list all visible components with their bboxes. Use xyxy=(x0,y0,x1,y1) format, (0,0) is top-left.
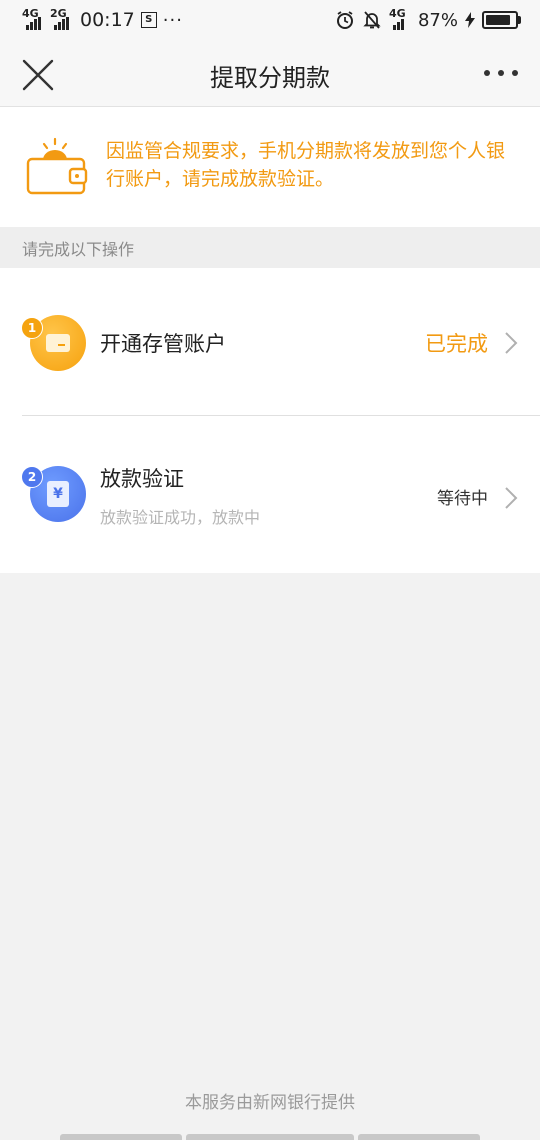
charging-bolt-icon xyxy=(465,12,475,28)
notice-text: 因监管合规要求，手机分期款将发放到您个人银行账户，请完成放款验证。 xyxy=(106,140,506,190)
s-app-icon: S xyxy=(140,12,157,28)
signal-4g-icon-right: 4G xyxy=(389,8,411,31)
battery-icon xyxy=(482,11,521,29)
step-number-badge: 1 xyxy=(21,317,43,339)
step-open-custody-account[interactable]: 1 开通存管账户 已完成 xyxy=(0,268,540,415)
chevron-right-icon xyxy=(505,332,518,354)
signal-2g-icon: 2G xyxy=(50,8,72,31)
step-number-badge: 2 xyxy=(21,466,43,488)
steps-list: 1 开通存管账户 已完成 ¥ 2 放款验证 放款验证成功，放款中 等待中 xyxy=(0,268,540,573)
mute-bell-icon xyxy=(363,11,381,29)
battery-percent: 87% xyxy=(417,9,458,31)
page-title: 提取分期款 xyxy=(210,64,330,92)
step-status: 等待中 xyxy=(437,489,488,509)
home-indicator-segment xyxy=(186,1134,354,1140)
step-title: 开通存管账户 xyxy=(100,332,226,356)
step-title: 放款验证 xyxy=(100,467,184,491)
footer-provider-text: 本服务由新网银行提供 xyxy=(185,1093,355,1113)
nav-bar: 提取分期款 xyxy=(0,42,540,107)
step-loan-verification[interactable]: ¥ 2 放款验证 放款验证成功，放款中 等待中 xyxy=(0,416,540,573)
status-time: 00:17 xyxy=(80,9,135,31)
alarm-icon xyxy=(336,11,353,29)
chevron-right-icon xyxy=(505,487,518,509)
signal-4g-icon: 4G xyxy=(22,8,44,31)
status-more-dots: ··· xyxy=(162,9,183,31)
status-bar: 4G 2G 00:17 S ··· 4G 87% xyxy=(0,0,540,42)
section-header: 请完成以下操作 xyxy=(0,227,540,268)
step-subtitle: 放款验证成功，放款中 xyxy=(100,508,261,527)
compliance-notice: 因监管合规要求，手机分期款将发放到您个人银行账户，请完成放款验证。 xyxy=(0,107,540,227)
home-indicator-segment xyxy=(60,1134,182,1140)
wallet-sun-icon xyxy=(26,137,88,195)
more-menu-button[interactable] xyxy=(484,70,518,76)
step-status: 已完成 xyxy=(425,332,488,356)
home-indicator-segment xyxy=(358,1134,480,1140)
section-heading: 请完成以下操作 xyxy=(22,240,135,259)
